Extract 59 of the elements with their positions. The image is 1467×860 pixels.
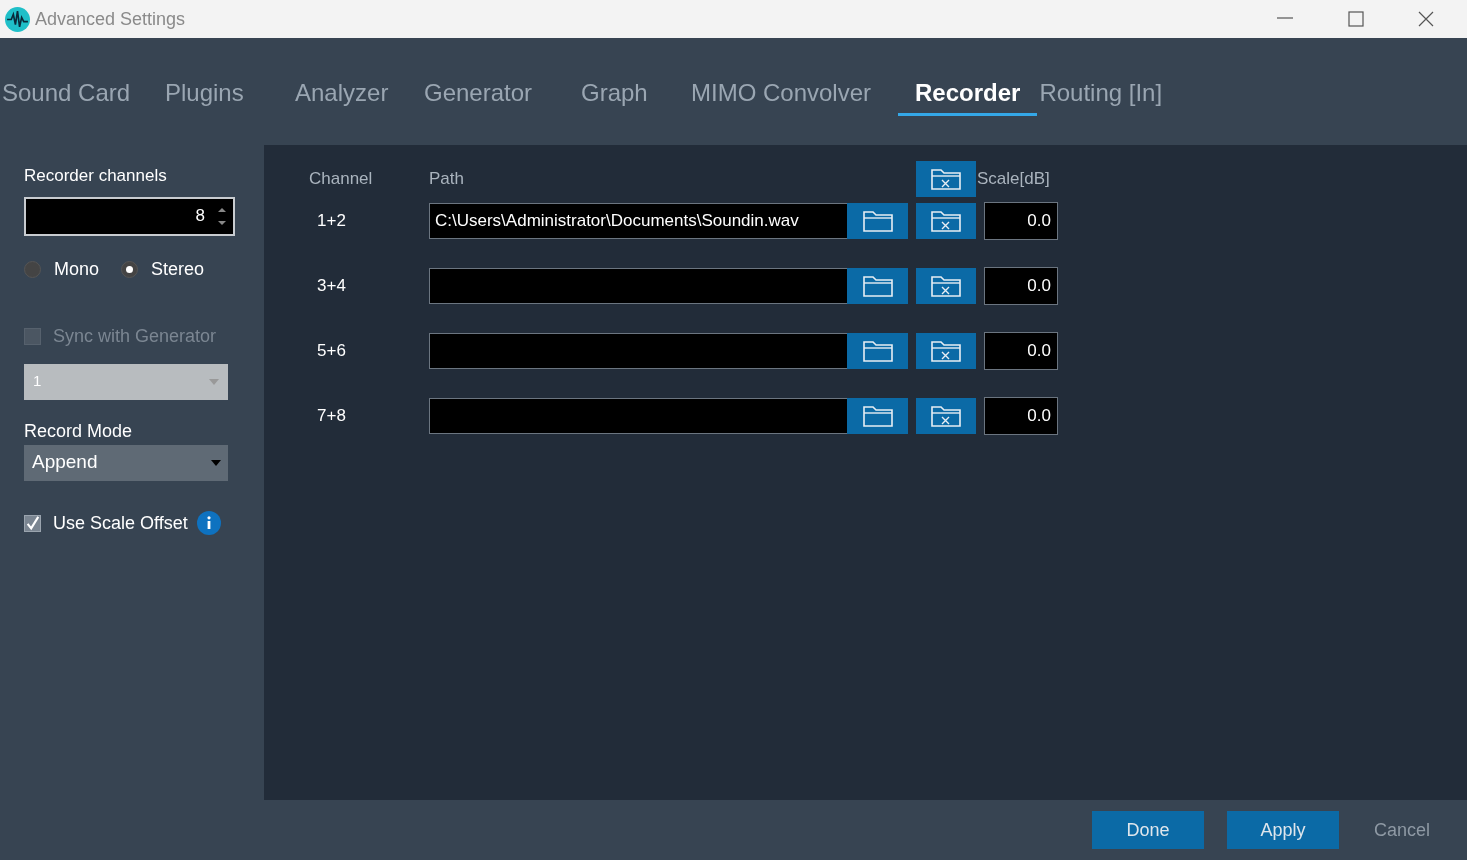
folder-icon — [862, 274, 893, 298]
folder-clear-icon — [931, 339, 961, 363]
tab[interactable]: Plugins — [165, 75, 293, 116]
channel-label: 7+8 — [316, 405, 347, 428]
tab[interactable]: Sound Card — [2, 75, 163, 116]
path-field[interactable] — [429, 333, 848, 369]
channel-label: 1+2 — [316, 210, 347, 233]
clear-path-button[interactable] — [916, 268, 976, 304]
footer-button[interactable]: Cancel — [1362, 811, 1442, 849]
caret-icon — [211, 459, 221, 466]
scale-field[interactable]: 0.0 — [984, 202, 1058, 240]
folder-clear-icon — [931, 404, 961, 428]
checkbox-option[interactable]: Use Scale Offset — [24, 509, 264, 537]
scale-field[interactable]: 0.0 — [984, 397, 1058, 435]
dropdown[interactable]: Append — [24, 444, 228, 481]
radio-option[interactable]: Stereo — [121, 255, 205, 283]
scale-field[interactable]: 0.0 — [984, 332, 1058, 370]
column-header: Channel — [309, 168, 374, 191]
app-logo-icon — [5, 6, 30, 32]
channel-label: 3+4 — [316, 275, 347, 298]
clear-all-button[interactable] — [916, 161, 976, 197]
number-field[interactable]: 8 — [24, 196, 235, 236]
footer-button[interactable]: Apply — [1227, 811, 1339, 849]
radio-button[interactable] — [121, 260, 139, 278]
path-field[interactable] — [429, 398, 848, 434]
tab[interactable]: Graph — [581, 75, 689, 116]
folder-clear-icon — [931, 274, 961, 298]
clear-path-button[interactable] — [916, 333, 976, 369]
browse-folder-button[interactable] — [847, 203, 908, 239]
folder-clear-icon — [931, 167, 961, 191]
browse-folder-button[interactable] — [847, 398, 908, 434]
field-label: Record Mode — [24, 419, 134, 443]
browse-folder-button[interactable] — [847, 268, 908, 304]
tab[interactable]: Analyzer — [295, 75, 422, 116]
clear-path-button[interactable] — [916, 398, 976, 434]
browse-folder-button[interactable] — [847, 333, 908, 369]
footer-button[interactable]: Done — [1092, 811, 1204, 849]
radio-option[interactable]: Mono — [24, 255, 100, 283]
tab[interactable]: MIMO Convolver — [691, 75, 896, 116]
scale-field[interactable]: 0.0 — [984, 267, 1058, 305]
tab[interactable]: Generator — [424, 75, 579, 116]
checkbox[interactable] — [24, 514, 41, 532]
radio-button[interactable] — [24, 260, 41, 278]
tab[interactable]: Recorder — [898, 75, 1038, 116]
path-field[interactable] — [429, 268, 848, 304]
tab[interactable]: Routing [In] — [1039, 75, 1190, 116]
field-label: Recorder channels — [24, 165, 168, 187]
folder-icon — [862, 339, 893, 363]
folder-clear-icon — [931, 209, 961, 233]
channel-label: 5+6 — [316, 340, 347, 363]
caret-icon — [209, 378, 219, 385]
folder-icon — [862, 404, 893, 428]
column-header: Path — [429, 168, 465, 191]
column-header: Scale[dB] — [977, 168, 1051, 191]
window-title: Advanced Settings — [35, 7, 186, 31]
clear-path-button[interactable] — [916, 203, 976, 239]
folder-icon — [862, 209, 893, 233]
path-field[interactable]: C:\Users\Administrator\Documents\Soundin.wav — [429, 203, 848, 239]
info-icon[interactable] — [196, 511, 221, 535]
